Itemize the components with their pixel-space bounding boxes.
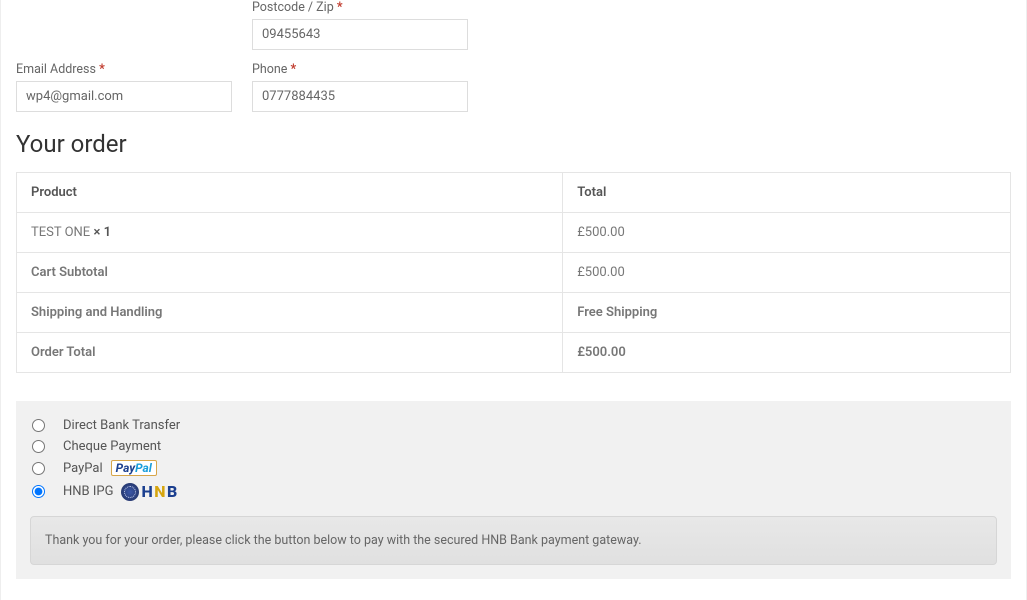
hnb-icon: HNB (121, 482, 176, 501)
table-header-row: Product Total (16, 172, 1011, 213)
hnb-seal-icon (121, 483, 139, 501)
subtotal-value: £500.00 (563, 253, 1011, 293)
payment-option-cheque[interactable]: Cheque Payment (32, 436, 995, 457)
postcode-label: Postcode / Zip * (252, 0, 468, 15)
col-total-header: Total (563, 172, 1011, 213)
shipping-value: Free Shipping (563, 293, 1011, 333)
gateway-message: Thank you for your order, please click t… (30, 516, 997, 565)
required-mark: * (291, 62, 297, 77)
payment-label-bank: Direct Bank Transfer (63, 418, 180, 433)
phone-field[interactable] (252, 81, 468, 112)
table-row-subtotal: Cart Subtotal £500.00 (16, 253, 1011, 293)
radio-paypal[interactable] (32, 462, 45, 475)
table-row-order-total: Order Total £500.00 (16, 333, 1011, 373)
payment-methods-box: Direct Bank Transfer Cheque Payment PayP… (16, 401, 1011, 579)
item-name-cell: TEST ONE × 1 (16, 213, 563, 253)
phone-label: Phone * (252, 62, 468, 77)
subtotal-label: Cart Subtotal (16, 253, 563, 293)
postcode-input[interactable] (252, 19, 468, 50)
payment-label-paypal: PayPal (63, 461, 103, 476)
order-summary-table: Product Total TEST ONE × 1 £500.00 Cart … (16, 172, 1011, 373)
payment-label-cheque: Cheque Payment (63, 439, 161, 454)
email-field[interactable] (16, 81, 232, 112)
required-mark: * (99, 62, 105, 77)
table-row-shipping: Shipping and Handling Free Shipping (16, 293, 1011, 333)
radio-hnb[interactable] (32, 485, 45, 498)
payment-option-hnb[interactable]: HNB IPG HNB (32, 479, 995, 504)
paypal-icon: PayPal (111, 460, 157, 476)
radio-bank[interactable] (32, 419, 45, 432)
payment-option-bank[interactable]: Direct Bank Transfer (32, 415, 995, 436)
col-product-header: Product (16, 172, 563, 213)
order-total-value: £500.00 (563, 333, 1011, 373)
order-total-label: Order Total (16, 333, 563, 373)
table-row-item: TEST ONE × 1 £500.00 (16, 213, 1011, 253)
payment-option-paypal[interactable]: PayPal PayPal (32, 457, 995, 479)
payment-label-hnb: HNB IPG (63, 484, 113, 499)
your-order-heading: Your order (16, 130, 1011, 158)
item-total-cell: £500.00 (563, 213, 1011, 253)
required-mark: * (337, 0, 343, 15)
email-label: Email Address * (16, 62, 232, 77)
radio-cheque[interactable] (32, 440, 45, 453)
shipping-label: Shipping and Handling (16, 293, 563, 333)
